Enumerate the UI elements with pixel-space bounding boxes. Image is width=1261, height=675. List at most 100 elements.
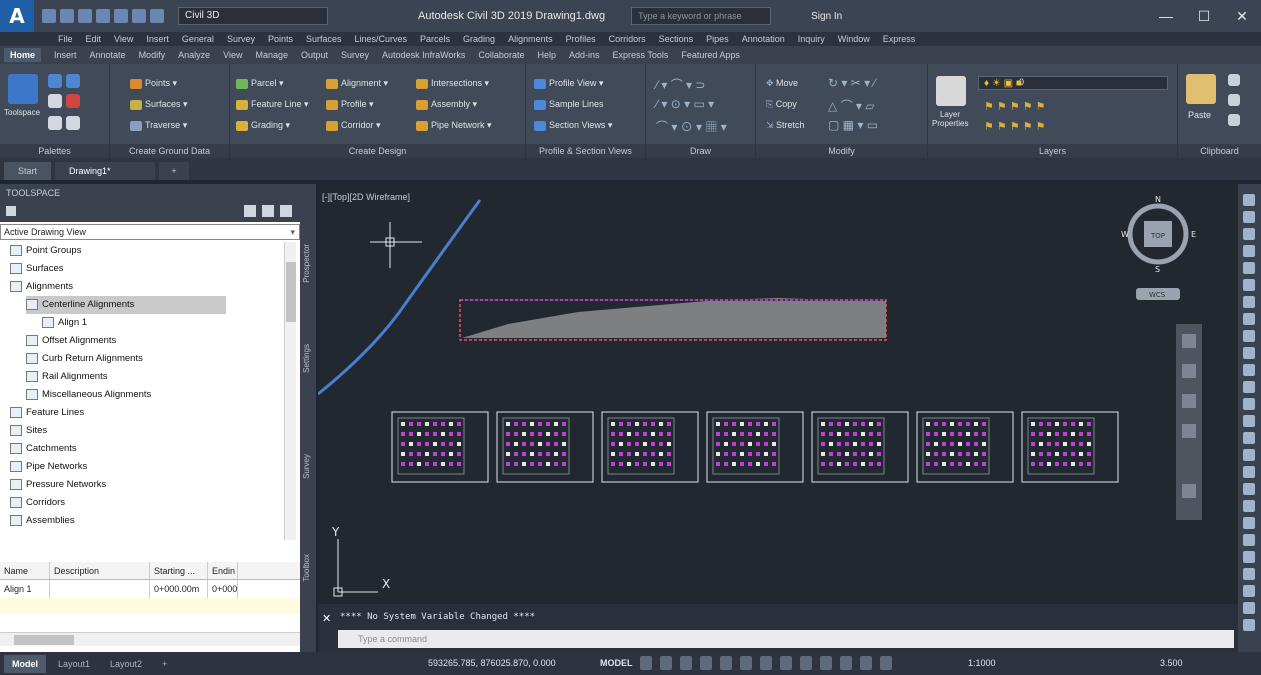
section-view-mark[interactable] xyxy=(546,452,550,456)
section-view-mark[interactable] xyxy=(764,442,768,446)
section-sheet[interactable] xyxy=(916,411,1014,483)
section-view-mark[interactable] xyxy=(748,422,752,426)
right-tool-icon[interactable] xyxy=(1243,619,1255,631)
section-view-mark[interactable] xyxy=(926,452,930,456)
panorama-icon[interactable] xyxy=(66,116,80,130)
section-view-mark[interactable] xyxy=(441,452,445,456)
section-view-mark[interactable] xyxy=(611,432,615,436)
section-view-mark[interactable] xyxy=(837,432,841,436)
section-view-mark[interactable] xyxy=(1071,452,1075,456)
section-view-mark[interactable] xyxy=(433,432,437,436)
section-view-mark[interactable] xyxy=(877,462,881,466)
section-view-mark[interactable] xyxy=(643,432,647,436)
section-view-mark[interactable] xyxy=(514,442,518,446)
feature-line-button[interactable]: Feature Line ▾ xyxy=(236,99,309,110)
wcs-menu[interactable]: WCS xyxy=(1149,291,1166,299)
maximize-button[interactable]: ☐ xyxy=(1185,0,1223,32)
menu-item-corridors[interactable]: Corridors xyxy=(609,34,646,44)
section-view-mark[interactable] xyxy=(724,462,728,466)
right-tool-icon[interactable] xyxy=(1243,296,1255,308)
layer-properties-icon[interactable] xyxy=(936,76,966,106)
dynamic-ucs-icon[interactable] xyxy=(840,656,852,670)
right-tool-icon[interactable] xyxy=(1243,245,1255,257)
section-view-mark[interactable] xyxy=(942,452,946,456)
section-view-mark[interactable] xyxy=(409,422,413,426)
corridor-button[interactable]: Corridor ▾ xyxy=(326,120,381,131)
right-tool-icon[interactable] xyxy=(1243,347,1255,359)
section-view-mark[interactable] xyxy=(861,452,865,456)
modify-title[interactable]: Modify xyxy=(756,144,927,158)
section-view-mark[interactable] xyxy=(522,462,526,466)
section-view-mark[interactable] xyxy=(974,452,978,456)
right-tool-icon[interactable] xyxy=(1243,449,1255,461)
profile-view[interactable] xyxy=(459,298,887,341)
annotation-visibility-icon[interactable] xyxy=(860,656,872,670)
section-view-mark[interactable] xyxy=(934,422,938,426)
layout-tab-layout2[interactable]: Layout2 xyxy=(102,655,150,673)
section-view-mark[interactable] xyxy=(732,432,736,436)
section-view-mark[interactable] xyxy=(926,432,930,436)
menu-item-general[interactable]: General xyxy=(182,34,214,44)
section-view-mark[interactable] xyxy=(433,422,437,426)
layer-tools-row1[interactable]: ⚑ ⚑ ⚑ ⚑ ⚑ xyxy=(984,100,1046,113)
section-view-mark[interactable] xyxy=(667,452,671,456)
section-view-mark[interactable] xyxy=(659,422,663,426)
section-view-mark[interactable] xyxy=(982,452,986,456)
col-ending[interactable]: Endin xyxy=(208,562,238,579)
section-view-mark[interactable] xyxy=(845,452,849,456)
section-view-mark[interactable] xyxy=(530,422,534,426)
section-view-mark[interactable] xyxy=(441,422,445,426)
right-tool-icon[interactable] xyxy=(1243,262,1255,274)
section-view-mark[interactable] xyxy=(966,422,970,426)
section-view-mark[interactable] xyxy=(522,422,526,426)
tab-help[interactable]: Help xyxy=(537,50,556,60)
section-view-mark[interactable] xyxy=(732,442,736,446)
section-view-mark[interactable] xyxy=(546,422,550,426)
section-view-mark[interactable] xyxy=(659,452,663,456)
section-view-mark[interactable] xyxy=(934,462,938,466)
section-view-mark[interactable] xyxy=(506,462,510,466)
section-view-mark[interactable] xyxy=(449,422,453,426)
right-tool-icon[interactable] xyxy=(1243,211,1255,223)
annotation-scale[interactable]: 1:1000 xyxy=(968,658,996,668)
section-view-mark[interactable] xyxy=(724,452,728,456)
section-view-mark[interactable] xyxy=(449,462,453,466)
section-view-mark[interactable] xyxy=(433,442,437,446)
section-view-mark[interactable] xyxy=(1079,442,1083,446)
sign-in-button[interactable]: Sign In xyxy=(811,11,842,22)
points-button[interactable]: Points ▾ xyxy=(130,78,177,89)
section-view-mark[interactable] xyxy=(1055,452,1059,456)
hatch-tools-icon[interactable]: ⌒ ▾ ⊙ ▾ ▦ ▾ xyxy=(656,118,727,135)
right-tool-icon[interactable] xyxy=(1243,568,1255,580)
right-tool-icon[interactable] xyxy=(1243,517,1255,529)
data-shortcuts-icon[interactable] xyxy=(48,116,62,130)
menu-item-lines-curves[interactable]: Lines/Curves xyxy=(355,34,408,44)
section-view-mark[interactable] xyxy=(425,422,429,426)
section-view-mark[interactable] xyxy=(869,452,873,456)
viewcube[interactable]: TOP N S E W WCS xyxy=(1121,195,1196,300)
menu-item-express[interactable]: Express xyxy=(883,34,916,44)
alignment-line[interactable] xyxy=(318,199,482,396)
section-view-mark[interactable] xyxy=(1055,432,1059,436)
scale-array-icons[interactable]: ▢ ▦ ▾ ▭ xyxy=(828,118,878,132)
section-view-mark[interactable] xyxy=(869,462,873,466)
selection-cycling-icon[interactable] xyxy=(800,656,812,670)
section-view-mark[interactable] xyxy=(764,422,768,426)
section-view-mark[interactable] xyxy=(716,442,720,446)
layout-tab-layout1[interactable]: Layout1 xyxy=(50,655,98,673)
redo-icon[interactable] xyxy=(150,9,164,23)
section-views-button[interactable]: Section Views ▾ xyxy=(534,120,612,131)
toolspace-label[interactable]: Toolspace xyxy=(4,108,40,117)
save-icon[interactable] xyxy=(78,9,92,23)
section-view-mark[interactable] xyxy=(1031,432,1035,436)
section-view-mark[interactable] xyxy=(958,432,962,436)
section-view-mark[interactable] xyxy=(433,462,437,466)
section-view-mark[interactable] xyxy=(974,432,978,436)
section-view-mark[interactable] xyxy=(716,432,720,436)
section-view-mark[interactable] xyxy=(1055,422,1059,426)
section-view-mark[interactable] xyxy=(417,452,421,456)
right-tool-icon[interactable] xyxy=(1243,551,1255,563)
tab-express-tools[interactable]: Express Tools xyxy=(612,50,668,60)
mirror-fillet-icons[interactable]: △ ⌒ ▾ ▱ xyxy=(828,97,874,114)
section-view-mark[interactable] xyxy=(764,462,768,466)
